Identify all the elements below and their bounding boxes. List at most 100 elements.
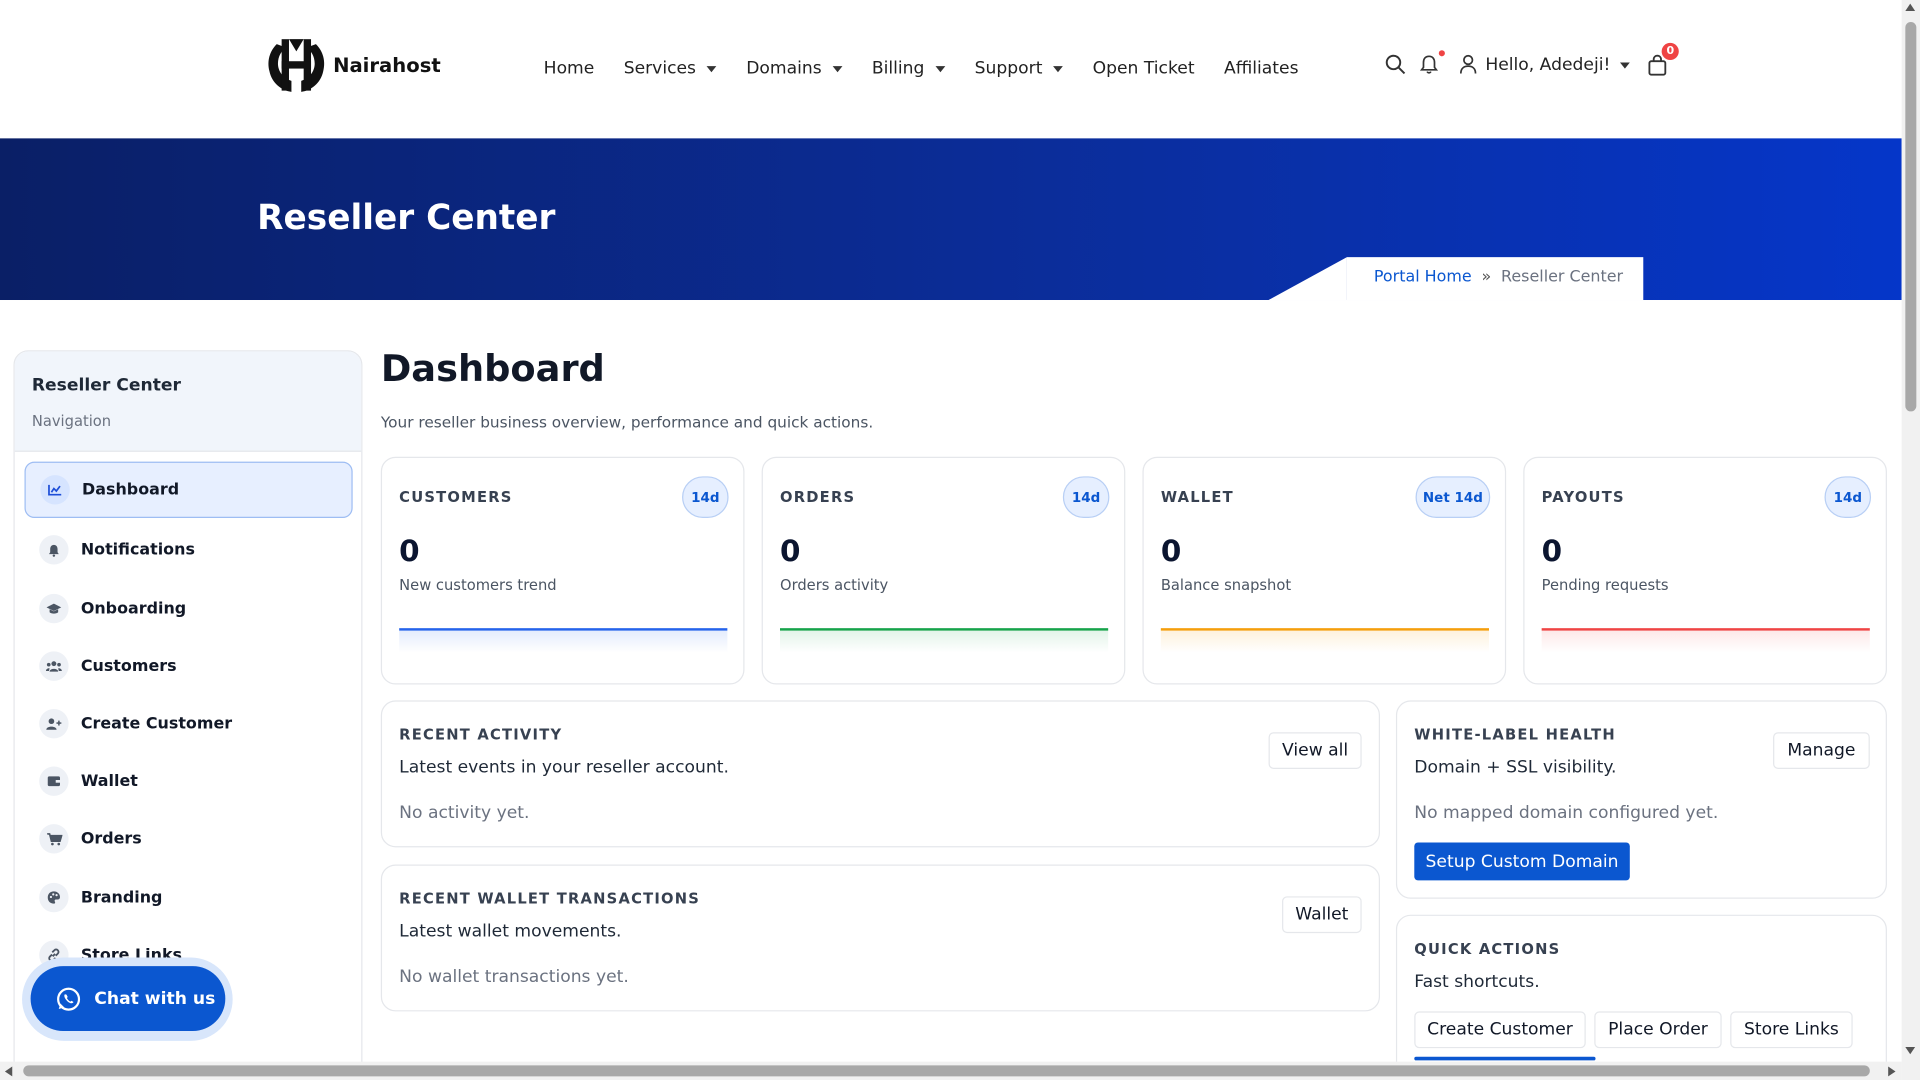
vertical-scrollbar-thumb[interactable] [1905,22,1917,412]
breadcrumb-current: Reseller Center [1501,268,1624,287]
sidebar-item-dashboard[interactable]: Dashboard [24,461,353,518]
user-icon[interactable] [1458,54,1480,76]
stat-card-customers: CUSTOMERS 14d 0 New customers trend [380,456,745,685]
sidebar-item-label: Notifications [80,540,195,559]
breadcrumb: Portal Home » Reseller Center [1374,268,1623,286]
notification-dot [1438,50,1445,57]
bell-icon[interactable] [1419,50,1445,76]
empty-state-text: No mapped domain configured yet. [1414,803,1719,823]
nav-affiliates-label: Affiliates [1223,58,1299,79]
sidebar-item-label: Customers [80,656,177,676]
sidebar-item-label: Branding [80,888,163,907]
sidebar-item-label: Dashboard [82,480,180,499]
user-greeting[interactable]: Hello, Adedeji! [1485,55,1610,75]
nav-domains[interactable]: Domains [746,56,843,80]
stat-caption: Pending requests [1541,576,1669,594]
partial-button-edge [1414,1056,1596,1061]
empty-state-text: No activity yet. [399,803,530,823]
setup-custom-domain-button[interactable]: Setup Custom Domain [1414,842,1630,881]
sidebar-item-label: Onboarding [80,599,187,618]
period-badge: 14d [682,476,729,518]
caret-down-icon[interactable] [1620,61,1630,68]
scroll-left-arrow-icon[interactable] [4,1066,13,1077]
sidebar-item-label: Wallet [80,772,138,791]
scroll-right-arrow-icon[interactable] [1888,1066,1896,1077]
sidebar-item-label: Create Customer [80,714,233,733]
user-plus-icon [39,708,69,739]
users-icon [39,651,69,681]
nav-home-label: Home [543,58,595,79]
period-badge: 14d [1062,476,1110,518]
scroll-up-arrow-icon[interactable] [1905,3,1916,12]
sidebar-item-customers[interactable]: Customers [24,638,352,694]
nav-domains-label: Domains [746,58,822,79]
sidebar-item-orders[interactable]: Orders [24,811,352,867]
nav-support-label: Support [974,58,1043,79]
stat-caption: Orders activity [780,576,889,594]
quick-place-order-button[interactable]: Place Order [1594,1011,1722,1049]
cart-icon[interactable]: 0 [1647,42,1679,76]
nav-billing[interactable]: Billing [871,56,946,80]
stat-label: PAYOUTS [1541,488,1625,506]
caret-down-icon [707,65,717,72]
card-heading: QUICK ACTIONS [1414,940,1561,958]
sidebar-item-notifications[interactable]: Notifications [24,522,352,578]
period-badge: Net 14d [1415,476,1491,518]
page-title: Reseller Center [257,197,556,238]
quick-create-customer-button[interactable]: Create Customer [1414,1011,1586,1049]
period-badge: 14d [1824,476,1872,518]
stat-value: 0 [780,533,801,569]
breadcrumb-home-link[interactable]: Portal Home [1374,268,1472,286]
stat-value: 0 [1160,533,1182,569]
dashboard-title: Dashboard [380,347,605,391]
search-icon[interactable] [1385,54,1407,76]
caret-down-icon [1053,65,1064,72]
sidebar-item-wallet[interactable]: Wallet [24,753,352,809]
sidebar-item-onboarding[interactable]: Onboarding [24,580,352,636]
card-heading: WHITE-LABEL HEALTH [1414,726,1616,744]
quick-store-links-button[interactable]: Store Links [1730,1011,1853,1049]
caret-down-icon [935,65,946,72]
stat-card-wallet: WALLET Net 14d 0 Balance snapshot [1142,456,1507,685]
card-subtitle: Latest wallet movements. [399,922,622,942]
stat-label: ORDERS [780,488,856,506]
chart-line-icon [40,475,70,505]
wallet-button[interactable]: Wallet [1282,896,1362,934]
graduation-cap-icon [39,593,69,624]
header-utilities: Hello, Adedeji! 0 [1385,42,1679,76]
nav-affiliates[interactable]: Affiliates [1224,56,1299,80]
nav-services[interactable]: Services [624,56,717,80]
caret-down-icon [832,65,843,72]
recent-wallet-transactions-card: RECENT WALLET TRANSACTIONS Latest wallet… [380,864,1381,1012]
breadcrumb-separator: » [1481,268,1492,287]
chat-label: Chat with us [94,988,216,1009]
top-navbar: Nairahost Home Services Domains Billing … [0,0,1902,139]
bell-icon [39,535,69,565]
chat-with-us-button[interactable]: Chat with us [30,966,226,1032]
stat-label: CUSTOMERS [399,488,513,506]
stat-card-orders: ORDERS 14d 0 Orders activity [761,456,1126,685]
stat-label: WALLET [1160,488,1234,506]
card-subtitle: Fast shortcuts. [1414,972,1540,992]
sidebar-item-label: Orders [80,829,142,848]
manage-button[interactable]: Manage [1773,732,1870,769]
sidebar-item-branding[interactable]: Branding [24,869,352,925]
card-heading: RECENT WALLET TRANSACTIONS [399,890,701,908]
stat-caption: New customers trend [399,576,557,594]
sidebar-item-create-customer[interactable]: Create Customer [24,696,352,752]
brand-logo[interactable]: Nairahost [264,34,441,95]
nav-home[interactable]: Home [544,56,595,80]
whatsapp-icon [57,987,81,1011]
view-all-button[interactable]: View all [1268,732,1362,769]
nav-billing-label: Billing [871,58,925,79]
sidebar-subtitle: Navigation [31,412,112,430]
empty-state-text: No wallet transactions yet. [399,967,629,987]
main-nav: Home Services Domains Billing Support Op… [544,56,1328,80]
scroll-down-arrow-icon[interactable] [1905,1046,1916,1055]
sidebar-title: Reseller Center [31,375,181,396]
nav-open-ticket[interactable]: Open Ticket [1093,56,1195,80]
horizontal-scrollbar-thumb[interactable] [23,1065,1870,1077]
palette-icon [39,882,69,913]
nav-support[interactable]: Support [975,56,1064,80]
brand-logo-icon [268,39,325,92]
